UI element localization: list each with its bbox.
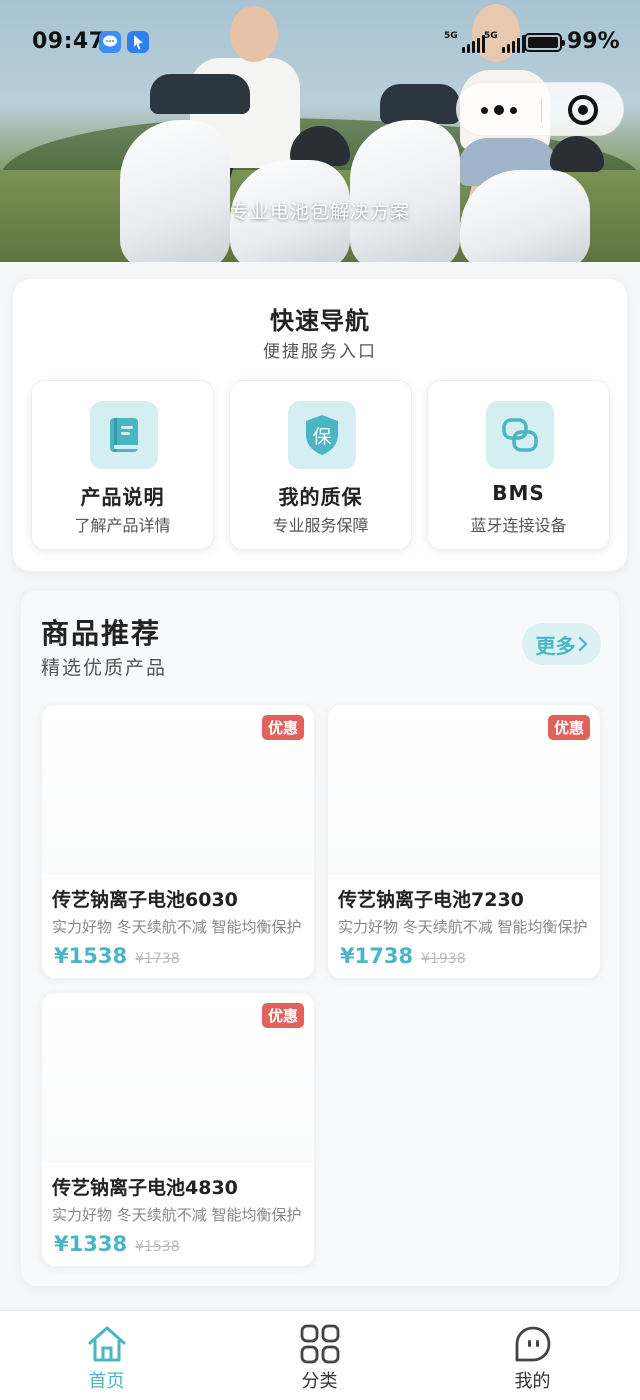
product-old-price: ¥1538 [135, 1239, 180, 1255]
tab-profile[interactable]: 我的 [426, 1311, 639, 1400]
book-icon [90, 401, 158, 469]
tab-label: 我的 [514, 1371, 551, 1392]
navigation-notification-icon [127, 31, 149, 53]
product-desc: 实力好物 冬天续航不减 智能均衡保护 [52, 1206, 302, 1224]
product-desc: 实力好物 冬天续航不减 智能均衡保护 [338, 918, 588, 936]
product-desc: 实力好物 冬天续航不减 智能均衡保护 [52, 918, 302, 936]
price-row: ¥1538 ¥1738 [54, 944, 180, 968]
tab-category[interactable]: 分类 [213, 1311, 426, 1400]
signal-strength-2: 5G [484, 31, 525, 53]
product-name: 传艺钠离子电池7230 [338, 889, 524, 911]
chevron-right-icon [578, 636, 587, 652]
nav-card-warranty[interactable]: 保 我的质保 专业服务保障 [229, 380, 412, 550]
products-subtitle: 精选优质产品 [41, 657, 168, 679]
more-label: 更多 [535, 633, 576, 658]
battery-percent: 99% [567, 29, 620, 54]
more-dots-icon[interactable] [457, 83, 541, 137]
battery-icon [524, 33, 565, 52]
tab-label: 首页 [88, 1371, 125, 1392]
price-row: ¥1338 ¥1538 [54, 1232, 180, 1256]
quick-nav-section: 快速导航 便捷服务入口 产品说明 了解产品详情 保 我的质保 专业服务保障 BM… [13, 279, 627, 571]
product-name: 传艺钠离子电池6030 [52, 889, 238, 911]
discount-badge: 优惠 [547, 715, 590, 740]
status-time: 09:47 [32, 29, 105, 54]
product-card[interactable]: 优惠 传艺钠离子电池7230 实力好物 冬天续航不减 智能均衡保护 ¥1738 … [327, 704, 601, 979]
product-name: 传艺钠离子电池4830 [52, 1177, 238, 1199]
quick-nav-subtitle: 便捷服务入口 [263, 342, 377, 362]
link-icon [486, 401, 554, 469]
product-card[interactable]: 优惠 传艺钠离子电池6030 实力好物 冬天续航不减 智能均衡保护 ¥1538 … [41, 704, 315, 979]
nav-card-desc: 了解产品详情 [74, 516, 171, 535]
product-price: ¥1738 [340, 944, 414, 968]
product-price: ¥1538 [54, 944, 128, 968]
product-old-price: ¥1938 [421, 951, 466, 967]
grid-icon [300, 1324, 340, 1364]
home-icon [88, 1326, 126, 1362]
nav-card-product-manual[interactable]: 产品说明 了解产品详情 [31, 380, 214, 550]
product-price: ¥1338 [54, 1232, 128, 1256]
banner-caption: 专业电池包解决方案 [229, 201, 410, 223]
product-old-price: ¥1738 [135, 951, 180, 967]
nav-card-desc: 专业服务保障 [272, 516, 369, 535]
discount-badge: 优惠 [261, 1003, 304, 1028]
product-recommend-section: 商品推荐 精选优质产品 更多 优惠 传艺钠离子电池6030 实力好物 冬天续航不… [20, 589, 620, 1287]
more-button[interactable]: 更多 [522, 623, 601, 665]
miniprogram-capsule [456, 82, 624, 136]
nav-card-title: 我的质保 [278, 485, 363, 509]
svg-text:保: 保 [312, 426, 331, 448]
tab-label: 分类 [301, 1371, 338, 1392]
tab-home[interactable]: 首页 [0, 1311, 213, 1400]
message-notification-icon [99, 31, 121, 53]
discount-badge: 优惠 [261, 715, 304, 740]
nav-card-title: BMS [492, 481, 545, 505]
price-row: ¥1738 ¥1938 [340, 944, 466, 968]
status-bar: 09:47 5G 5G 99% [0, 0, 640, 86]
nav-card-desc: 蓝牙连接设备 [470, 516, 567, 535]
profile-icon [515, 1326, 551, 1362]
bottom-tab-bar: 首页 分类 我的 [0, 1310, 640, 1400]
nav-card-bms[interactable]: BMS 蓝牙连接设备 [427, 380, 610, 550]
quick-nav-title: 快速导航 [270, 307, 370, 335]
target-close-icon[interactable] [541, 83, 625, 137]
product-card[interactable]: 优惠 传艺钠离子电池4830 实力好物 冬天续航不减 智能均衡保护 ¥1338 … [41, 992, 315, 1267]
products-title: 商品推荐 [41, 617, 162, 650]
shield-icon: 保 [288, 401, 356, 469]
signal-strength-1: 5G [444, 31, 485, 53]
nav-card-title: 产品说明 [80, 485, 165, 509]
